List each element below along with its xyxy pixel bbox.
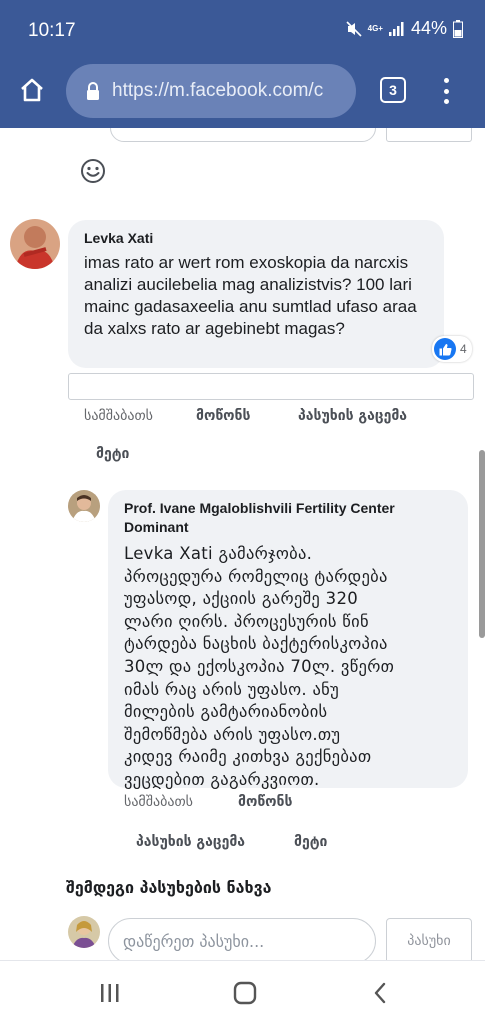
reply-text-line: შემოწმება არის უფასო.თუ [124, 724, 341, 744]
tabs-button[interactable]: 3 [380, 77, 406, 103]
reply-text-line: ვეცდებით გაგარკვიოთ. [124, 769, 320, 789]
back-icon[interactable] [362, 977, 398, 1009]
home-nav-icon[interactable] [227, 977, 263, 1009]
reply-author[interactable]: Prof. Ivane Mgaloblishvili Fertility Cen… [124, 499, 456, 518]
battery-percent: 44% [410, 18, 447, 38]
url-bar[interactable]: https://m.facebook.com/c [66, 64, 356, 118]
lock-icon [86, 82, 100, 100]
reply-text-line: 30ლ და ექოსკოპია 70ლ. ვწერთ [124, 656, 395, 676]
battery-icon [453, 19, 463, 38]
reply-text: Levka Xati გამარჯობა. პროცედურა რომელიც … [124, 543, 456, 792]
write-reply-placeholder: დაწერეთ პასუხი... [123, 931, 265, 951]
reply-author-badge: Dominant [124, 519, 189, 535]
reply-text-line: კიდევ რაიმე კითხვა გექნებათ [124, 747, 372, 767]
reply-text-line: პროცედურა რომელიც ტარდება [124, 566, 388, 586]
url-text: https://m.facebook.com/c [112, 80, 324, 101]
status-time: 10:17 [28, 20, 76, 41]
comment-reply-button[interactable]: პასუხის გაცემა [298, 408, 407, 424]
system-nav-bar [0, 960, 485, 1024]
network-label: 4G+ [367, 23, 383, 33]
reply-date[interactable]: სამშაბათს [124, 794, 193, 810]
comment-bubble: Levka Xati imas rato ar wert rom exoskop… [68, 220, 444, 368]
reaction-summary[interactable]: 4 [432, 336, 472, 362]
home-icon [21, 78, 43, 102]
recent-apps-icon[interactable] [92, 977, 128, 1009]
emoji-icon[interactable] [80, 158, 106, 184]
mute-icon [346, 20, 362, 37]
comment-like-button[interactable]: მოწონს [196, 408, 250, 424]
reply-bubble: Prof. Ivane Mgaloblishvili Fertility Cen… [108, 490, 468, 789]
submit-reply-button[interactable]: პასუხი [386, 918, 472, 960]
reaction-count: 4 [460, 342, 467, 356]
comments-feed: Levka Xati imas rato ar wert rom exoskop… [0, 128, 485, 960]
reply-text-line: Levka Xati გამარჯობა. [124, 544, 313, 563]
reply-like-button[interactable]: მოწონს [238, 794, 292, 810]
avatar[interactable] [10, 219, 60, 269]
scrollbar[interactable] [479, 450, 485, 638]
previous-reply-button[interactable] [386, 128, 472, 142]
previous-reply-input[interactable] [110, 128, 376, 142]
reply-avatar[interactable] [68, 490, 100, 522]
more-vert-icon[interactable] [436, 76, 456, 106]
comment-date[interactable]: სამშაბათს [84, 408, 153, 424]
reply-text-line: ტარდება ნაცხის ბაქტერისკოპია [124, 634, 388, 654]
browser-chrome: 10:17 4G+ 44% https://m.facebook.com/c 3 [0, 0, 485, 128]
comment-text: imas rato ar wert rom exoskopia da narcx… [84, 253, 417, 338]
reply-more-button[interactable]: მეტი [294, 834, 327, 850]
comment-more-button[interactable]: მეტი [96, 446, 129, 462]
reply-text-line: უფასოდ, აქციის გარეშე 320 [124, 589, 359, 609]
comment-author[interactable]: Levka Xati [84, 230, 428, 246]
reply-text-line: მილების გამტარიანობის [124, 702, 328, 722]
signal-icon [388, 21, 404, 36]
my-avatar [68, 916, 100, 948]
status-icons: 4G+ 44% [346, 18, 463, 39]
reply-text-line: ლარი ღირს. პროცესურის წინ [124, 611, 369, 631]
write-reply-input[interactable]: დაწერეთ პასუხი... [108, 918, 376, 960]
comment-reply-input[interactable] [68, 373, 474, 400]
reply-text-line: იმას რაც არის უფასო. ანუ [124, 679, 340, 699]
reply-reply-button[interactable]: პასუხის გაცემა [136, 834, 245, 850]
like-icon [434, 338, 456, 360]
status-bar: 10:17 4G+ 44% [0, 0, 485, 64]
view-more-replies-link[interactable]: შემდეგი პასუხების ნახვა [66, 878, 271, 897]
home-button[interactable] [14, 72, 50, 108]
